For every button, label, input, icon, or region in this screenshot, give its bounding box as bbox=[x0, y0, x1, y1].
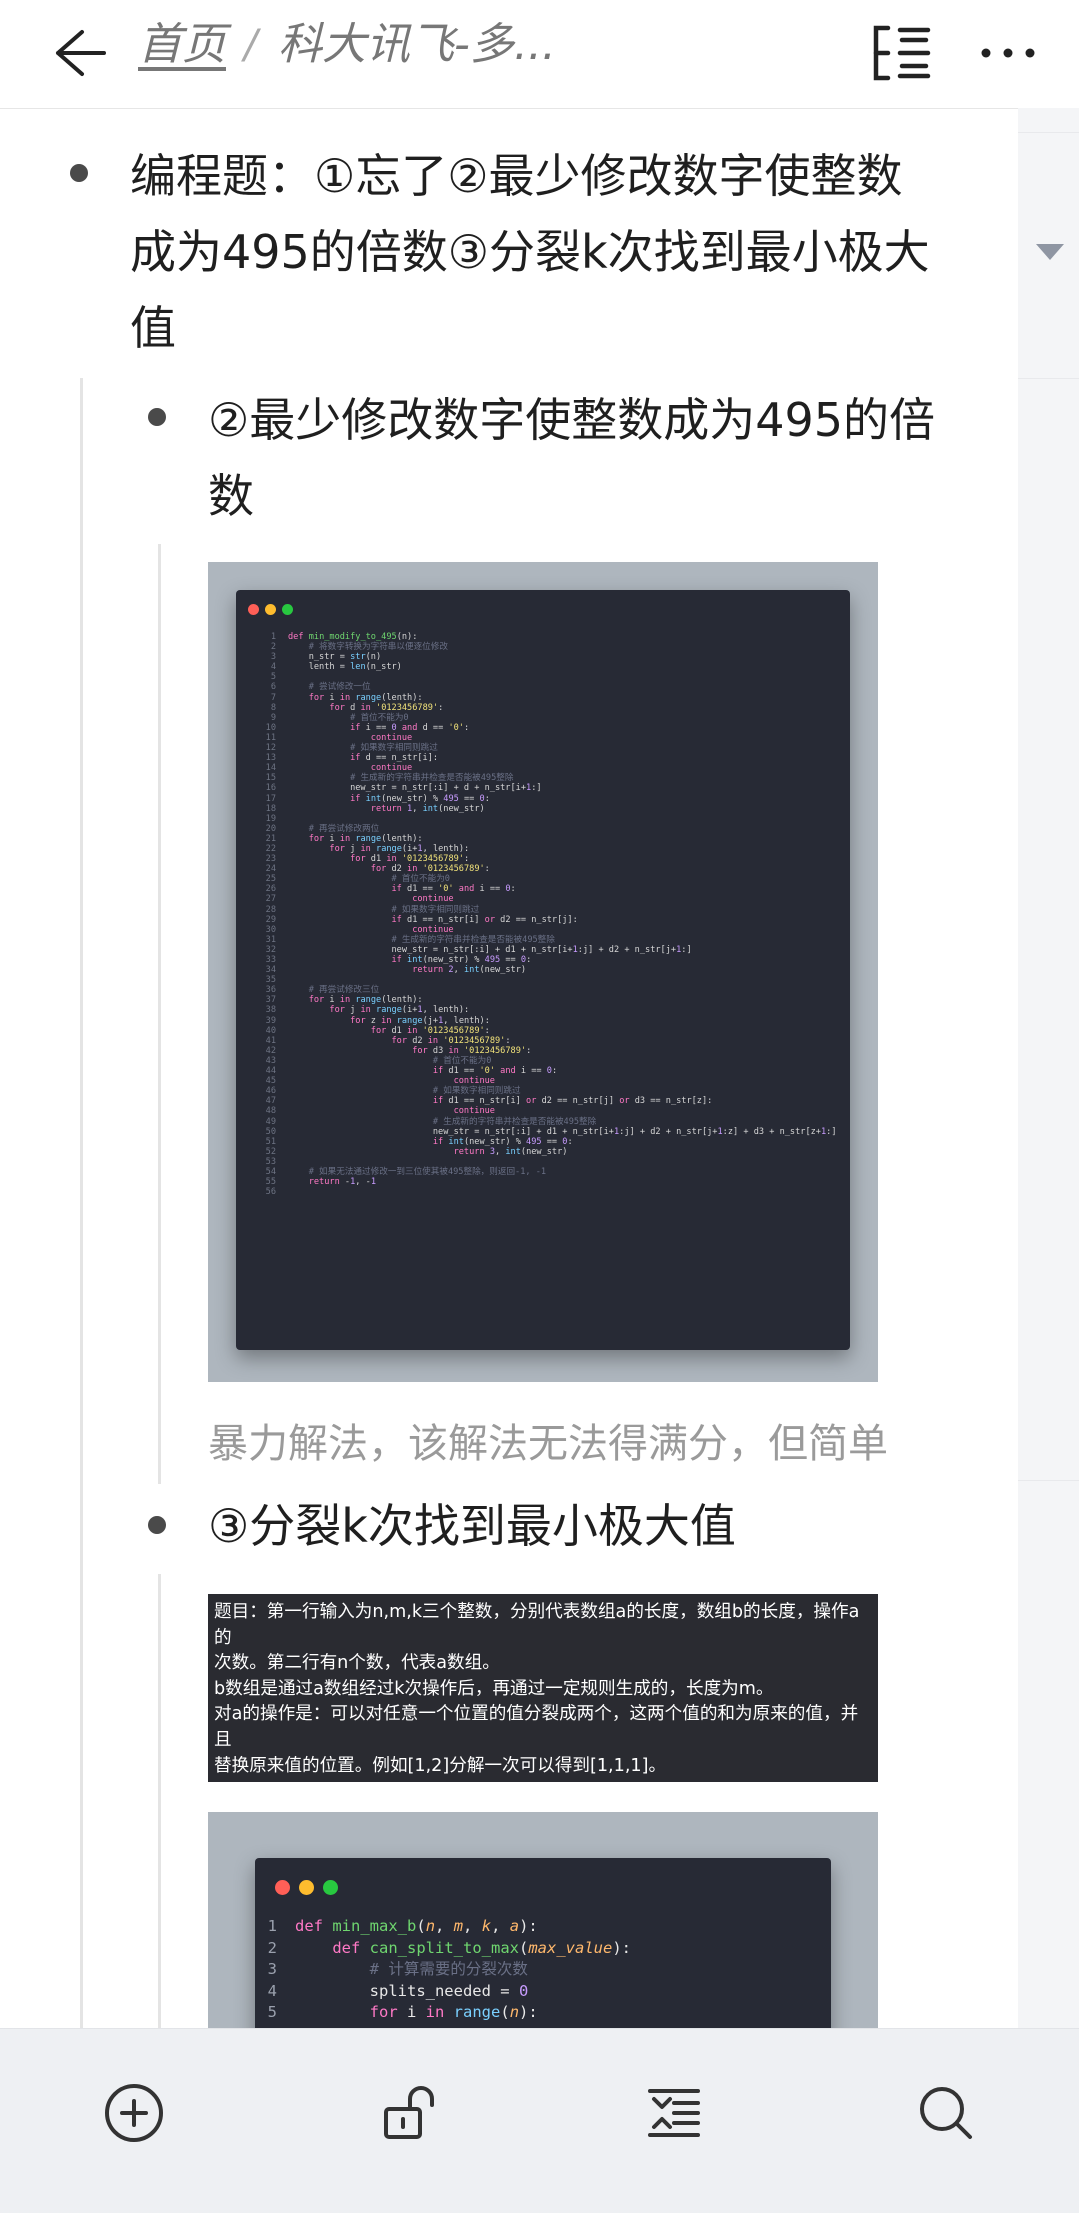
solution-caption: 暴力解法，该解法无法得满分，但简单 bbox=[208, 1421, 888, 1467]
indent-guide bbox=[158, 544, 161, 1484]
collapse-triangle-icon[interactable] bbox=[1036, 244, 1064, 260]
indent-guide bbox=[158, 1574, 161, 2028]
outline-item-3[interactable]: ③分裂k次找到最小极大值 bbox=[208, 1488, 736, 1564]
code-window: 1 def min_modify_to_495(n): 2 # 将数字转换为字符串… bbox=[236, 590, 850, 1350]
rail-divider bbox=[1018, 378, 1079, 379]
breadcrumb-separator: / bbox=[244, 22, 258, 68]
more-options-icon[interactable] bbox=[976, 20, 1040, 86]
outline-item-title[interactable]: 编程题：①忘了②最少修改数字使整数 成为495的倍数③分裂k次找到最小极大 值 bbox=[130, 138, 930, 366]
side-rail bbox=[1018, 108, 1079, 2028]
unlock-icon[interactable] bbox=[374, 2079, 442, 2147]
bullet-level2[interactable] bbox=[148, 408, 166, 426]
window-minimize-dot bbox=[299, 1880, 314, 1895]
code-text: 1 def min_max_b(n, m, k, a): 2 def can_sp… bbox=[267, 1917, 631, 2021]
indent-guide bbox=[80, 378, 83, 2028]
item2-line: 数 bbox=[208, 469, 254, 523]
rail-divider bbox=[1018, 1480, 1079, 1481]
code-window: 1 def min_max_b(n, m, k, a): 2 def can_sp… bbox=[255, 1858, 831, 2028]
top-bar: 首页 / 科大讯飞-多... bbox=[0, 0, 1079, 109]
bullet-level1[interactable] bbox=[70, 164, 88, 182]
code-text: 1 def min_modify_to_495(n): 2 # 将数字转换为字符串… bbox=[265, 632, 837, 1198]
problem-line: 替换原来值的位置。例如[1,2]分解一次可以得到[1,1,1]。 bbox=[214, 1755, 667, 1776]
add-circle-icon[interactable] bbox=[100, 2079, 168, 2147]
window-close-dot bbox=[275, 1880, 290, 1895]
problem-line: b_i=max(a_i,a_(i+m),a_(i+2m)...)。 bbox=[214, 1781, 528, 1802]
problem-line: 对a的操作是：可以对任意一个位置的值分裂成两个，这两个值的和为原来的值，并且 bbox=[214, 1704, 859, 1750]
item1-line: 编程题：①忘了②最少修改数字使整数 bbox=[130, 149, 903, 203]
window-minimize-dot bbox=[265, 604, 276, 615]
item1-line: 成为495的倍数③分裂k次找到最小极大 bbox=[130, 225, 930, 279]
code-screenshot-image[interactable]: 1 def min_max_b(n, m, k, a): 2 def can_sp… bbox=[208, 1812, 878, 2028]
problem-line: b数组是通过a数组经过k次操作后，再通过一定规则生成的，长度为m。 bbox=[214, 1678, 774, 1699]
outline-item-2[interactable]: ②最少修改数字使整数成为495的倍 数 bbox=[208, 382, 935, 534]
rail-divider bbox=[1018, 132, 1079, 133]
code-screenshot-image[interactable]: 1 def min_modify_to_495(n): 2 # 将数字转换为字符串… bbox=[208, 562, 878, 1382]
item2-line: ②最少修改数字使整数成为495的倍 bbox=[208, 393, 936, 447]
window-zoom-dot bbox=[323, 1880, 338, 1895]
item1-line: 值 bbox=[130, 301, 176, 355]
bottom-toolbar bbox=[0, 2028, 1079, 2213]
search-icon[interactable] bbox=[912, 2079, 980, 2147]
problem-line: 次数。第二行有n个数，代表a数组。 bbox=[214, 1653, 500, 1674]
bullet-level2[interactable] bbox=[148, 1516, 166, 1534]
back-arrow-icon[interactable] bbox=[46, 22, 108, 84]
breadcrumb-home[interactable]: 首页 bbox=[138, 14, 226, 76]
outline-list-icon[interactable] bbox=[866, 20, 936, 86]
problem-line: 题目：第一行输入为n,m,k三个整数，分别代表数组a的长度，数组b的长度，操作a… bbox=[214, 1602, 860, 1648]
problem-statement-image[interactable]: 题目：第一行输入为n,m,k三个整数，分别代表数组a的长度，数组b的长度，操作a… bbox=[208, 1594, 878, 1827]
window-zoom-dot bbox=[282, 604, 293, 615]
breadcrumb-current-page[interactable]: 科大讯飞-多... bbox=[278, 14, 556, 76]
window-close-dot bbox=[248, 604, 259, 615]
collapse-all-icon[interactable] bbox=[640, 2079, 708, 2147]
